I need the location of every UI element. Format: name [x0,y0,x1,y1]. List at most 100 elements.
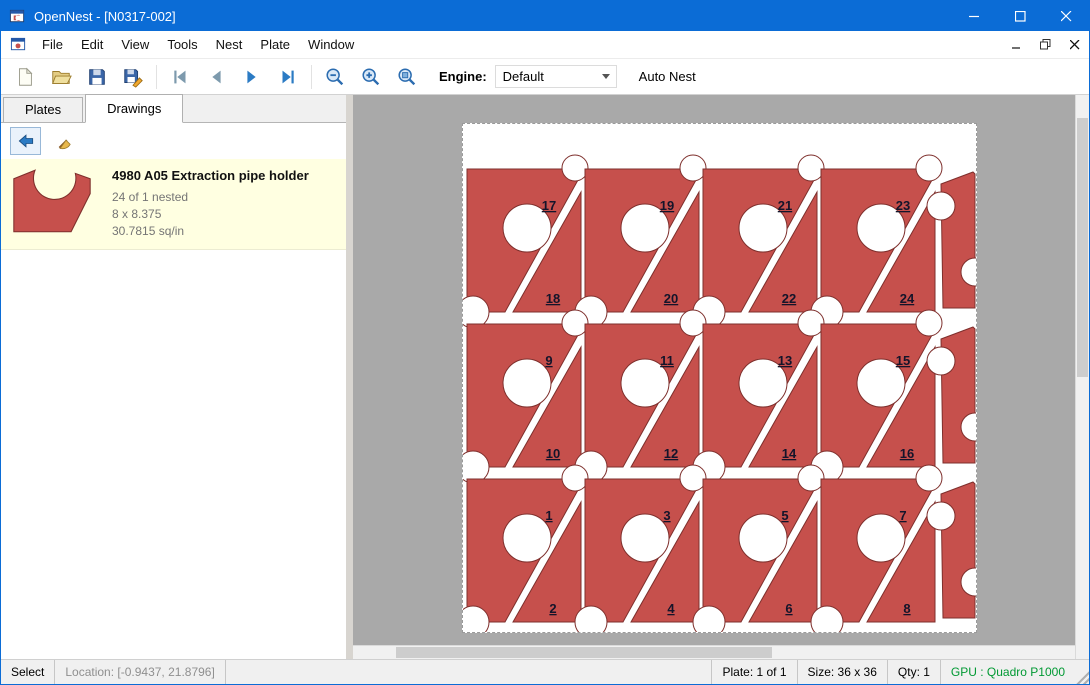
save-icon [86,66,108,88]
part-cutout [503,359,551,407]
menu-tools[interactable]: Tools [158,31,206,58]
broom-icon [56,131,76,151]
part-cutout [621,514,669,562]
drawing-info: 4980 A05 Extraction pipe holder 24 of 1 … [112,166,309,240]
nest-block[interactable]: 910 [463,310,588,483]
drawing-title: 4980 A05 Extraction pipe holder [112,168,309,183]
part-number: 16 [900,446,914,461]
previous-plate-button[interactable] [198,61,234,93]
open-folder-icon [50,66,72,88]
nest-drawing[interactable]: 171819202122232491011121314151612345678 [463,124,976,632]
horizontal-scrollbar-thumb[interactable] [396,647,771,658]
menu-plate[interactable]: Plate [251,31,299,58]
zoom-out-icon [324,66,346,88]
part-cutout [927,347,955,375]
save-button[interactable] [79,61,115,93]
part-number: 19 [660,198,674,213]
zoom-in-button[interactable] [353,61,389,93]
part-number: 2 [549,601,556,616]
part-number: 6 [785,601,792,616]
save-edit-icon [122,66,144,88]
child-close-button[interactable] [1060,33,1089,57]
menu-bar: File Edit View Tools Nest Plate Window [1,31,1089,59]
part-number: 18 [546,291,560,306]
part-cutout [916,155,942,181]
resize-grip[interactable] [1075,666,1089,684]
child-restore-button[interactable] [1031,33,1060,57]
nest-block[interactable]: 2122 [693,155,824,328]
part-number: 13 [778,353,792,368]
part-number: 3 [663,508,670,523]
vertical-scrollbar-thumb[interactable] [1077,118,1088,377]
status-qty: Qty: 1 [887,660,940,684]
status-mode: Select [1,660,55,684]
part-cutout [680,155,706,181]
save-as-button[interactable] [115,61,151,93]
zoom-fit-button[interactable] [389,61,425,93]
horizontal-scrollbar[interactable] [353,645,1075,659]
close-button[interactable] [1043,1,1089,31]
status-gpu: GPU : Quadro P1000 [940,660,1075,684]
part-cutout [575,606,607,632]
first-plate-button[interactable] [162,61,198,93]
maximize-button[interactable] [997,1,1043,31]
nest-block[interactable]: 56 [693,465,824,632]
nest-block[interactable]: 1920 [575,155,706,328]
vertical-scrollbar[interactable] [1075,95,1089,659]
nest-block[interactable]: 34 [575,465,706,632]
main-toolbar: Engine: Default Auto Nest [1,59,1089,95]
nest-block[interactable]: 12 [463,465,588,632]
zoom-out-button[interactable] [317,61,353,93]
status-size: Size: 36 x 36 [797,660,887,684]
part-number: 17 [542,198,556,213]
part-number: 5 [781,508,788,523]
next-plate-button[interactable] [234,61,270,93]
document-icon[interactable] [10,36,27,53]
blue-arrow-icon [16,131,36,151]
last-plate-button[interactable] [270,61,306,93]
child-minimize-button[interactable] [1002,33,1031,57]
tab-drawings[interactable]: Drawings [85,94,183,123]
app-icon [9,7,27,25]
menu-edit[interactable]: Edit [72,31,112,58]
nest-block[interactable]: 1516 [811,310,942,483]
open-file-button[interactable] [43,61,79,93]
part-cutout [798,465,824,491]
zoom-fit-icon [396,66,418,88]
part-cutout [811,606,843,632]
part-cutout [857,514,905,562]
new-file-button[interactable] [7,61,43,93]
part-number: 8 [903,601,910,616]
part-number: 9 [545,353,552,368]
plate[interactable]: 171819202122232491011121314151612345678 [462,123,977,633]
drawing-list-item[interactable]: 4980 A05 Extraction pipe holder 24 of 1 … [1,159,346,250]
status-plate: Plate: 1 of 1 [711,660,796,684]
part-number: 21 [778,198,792,213]
replace-drawing-button[interactable] [10,127,41,155]
menu-nest[interactable]: Nest [207,31,252,58]
panel-splitter[interactable] [346,95,353,659]
tab-plates[interactable]: Plates [3,97,83,122]
drawing-dimensions: 8 x 8.375 [112,206,309,223]
nest-canvas[interactable]: 171819202122232491011121314151612345678 [353,95,1075,659]
clear-drawings-button[interactable] [50,127,81,155]
engine-select[interactable]: Default [495,65,617,88]
part-number: 15 [896,353,910,368]
auto-nest-toggle[interactable]: Auto Nest [639,69,696,84]
nest-block[interactable]: 1112 [575,310,706,483]
menu-view[interactable]: View [112,31,158,58]
previous-icon [205,66,227,88]
part-number: 7 [899,508,906,523]
nest-block[interactable]: 2324 [811,155,942,328]
nest-block[interactable]: 78 [811,465,942,632]
part-cutout [562,310,588,336]
part-number: 14 [782,446,797,461]
nest-block[interactable]: 13 14 [693,310,824,483]
minimize-button[interactable] [951,1,997,31]
menu-window[interactable]: Window [299,31,363,58]
menu-file[interactable]: File [33,31,72,58]
panel-tabstrip: Plates Drawings [1,95,346,123]
status-bar: Select Location: [-0.9437, 21.8796] Plat… [1,659,1089,684]
part-thumbnail [9,166,95,236]
nest-block[interactable]: 1718 [463,155,588,328]
